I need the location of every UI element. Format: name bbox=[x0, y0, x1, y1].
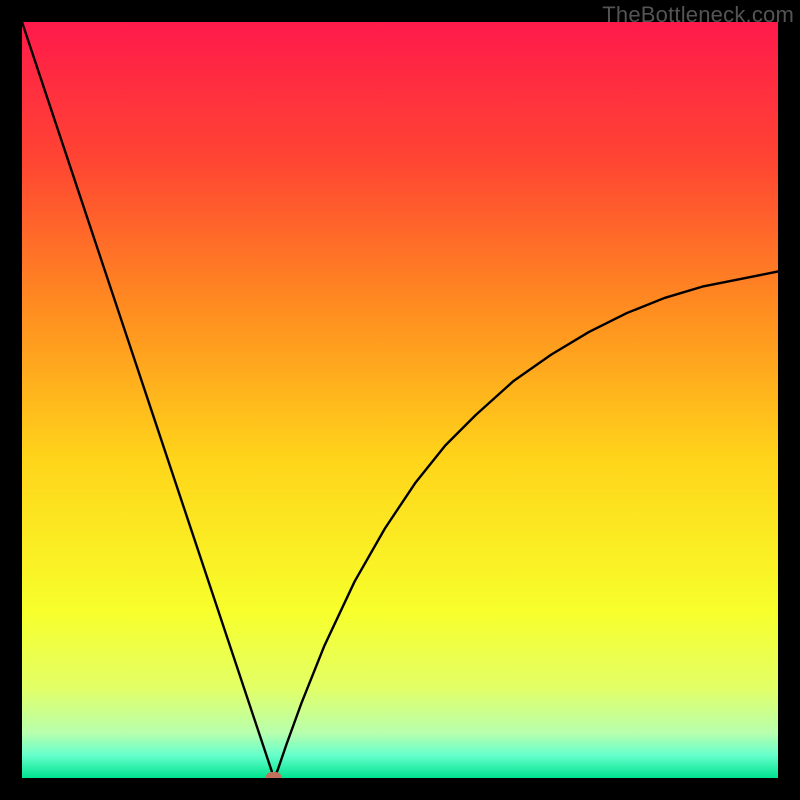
bottleneck-chart bbox=[22, 22, 778, 778]
chart-frame bbox=[22, 22, 778, 778]
gradient-background bbox=[22, 22, 778, 778]
